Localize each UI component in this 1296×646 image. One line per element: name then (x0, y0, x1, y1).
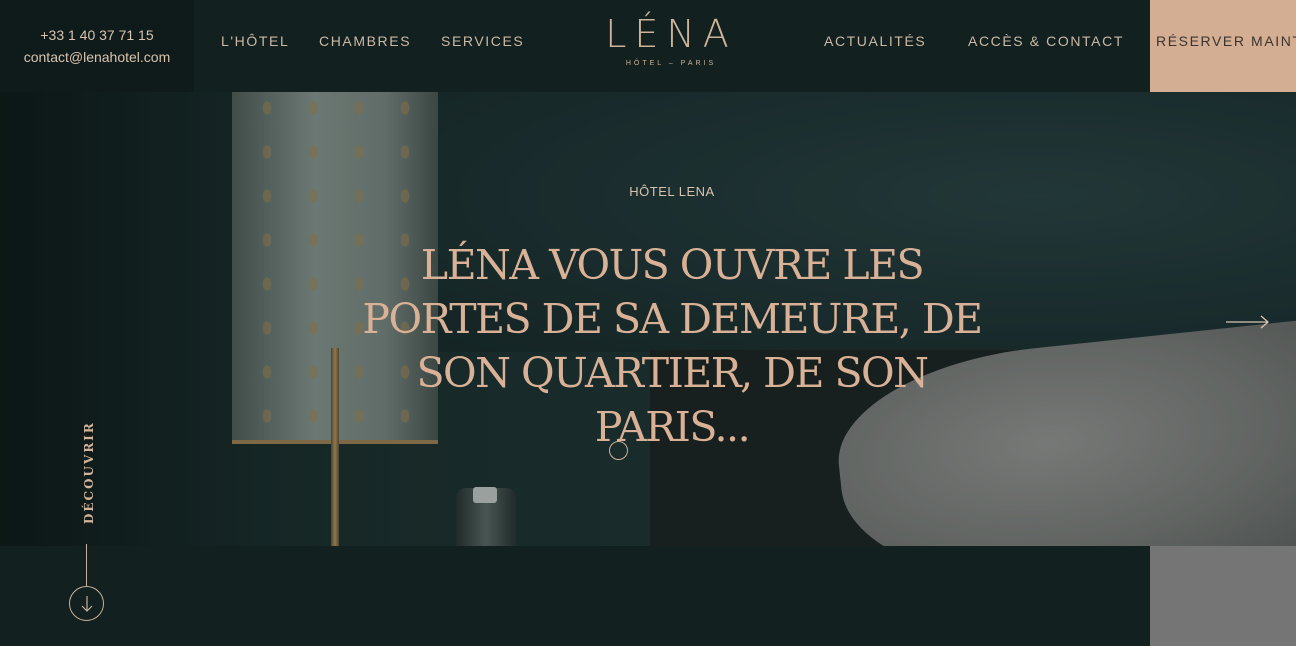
site-header: +33 1 40 37 71 15 contact@lenahotel.com … (0, 0, 1296, 92)
logo[interactable]: LÉNA HÔTEL – PARIS (596, 12, 746, 67)
content-band (0, 546, 1150, 646)
discover-line (86, 544, 87, 586)
reserve-button[interactable]: RÉSERVER MAINT (1150, 0, 1296, 92)
nav-news[interactable]: ACTUALITÉS (824, 33, 926, 49)
logo-tagline: HÔTEL – PARIS (625, 60, 717, 67)
contact-box: +33 1 40 37 71 15 contact@lenahotel.com (0, 0, 194, 92)
hero-headline: LÉNA VOUS OUVRE LES PORTES DE SA DEMEURE… (362, 241, 983, 451)
arrow-right-icon[interactable] (1225, 312, 1271, 332)
side-block (1150, 546, 1296, 646)
nav-services[interactable]: SERVICES (441, 33, 524, 49)
discover-label[interactable]: DÉCOUVRIR (82, 421, 96, 524)
phone-link[interactable]: +33 1 40 37 71 15 (40, 27, 153, 43)
discover-button[interactable] (69, 586, 104, 621)
nav-access-contact[interactable]: ACCÈS & CONTACT (968, 33, 1124, 49)
hero-eyebrow: HÔTEL LENA (629, 184, 715, 199)
arrow-down-icon (81, 596, 93, 612)
hero-slider: HÔTEL LENA LÉNA VOUS OUVRE LES PORTES DE… (0, 92, 1296, 546)
email-link[interactable]: contact@lenahotel.com (24, 49, 171, 65)
nav-rooms[interactable]: CHAMBRES (319, 33, 411, 49)
logo-wordmark: LÉNA (605, 12, 737, 56)
nav-hotel[interactable]: L'HÔTEL (221, 33, 289, 49)
slide-indicator-icon[interactable] (609, 441, 628, 460)
